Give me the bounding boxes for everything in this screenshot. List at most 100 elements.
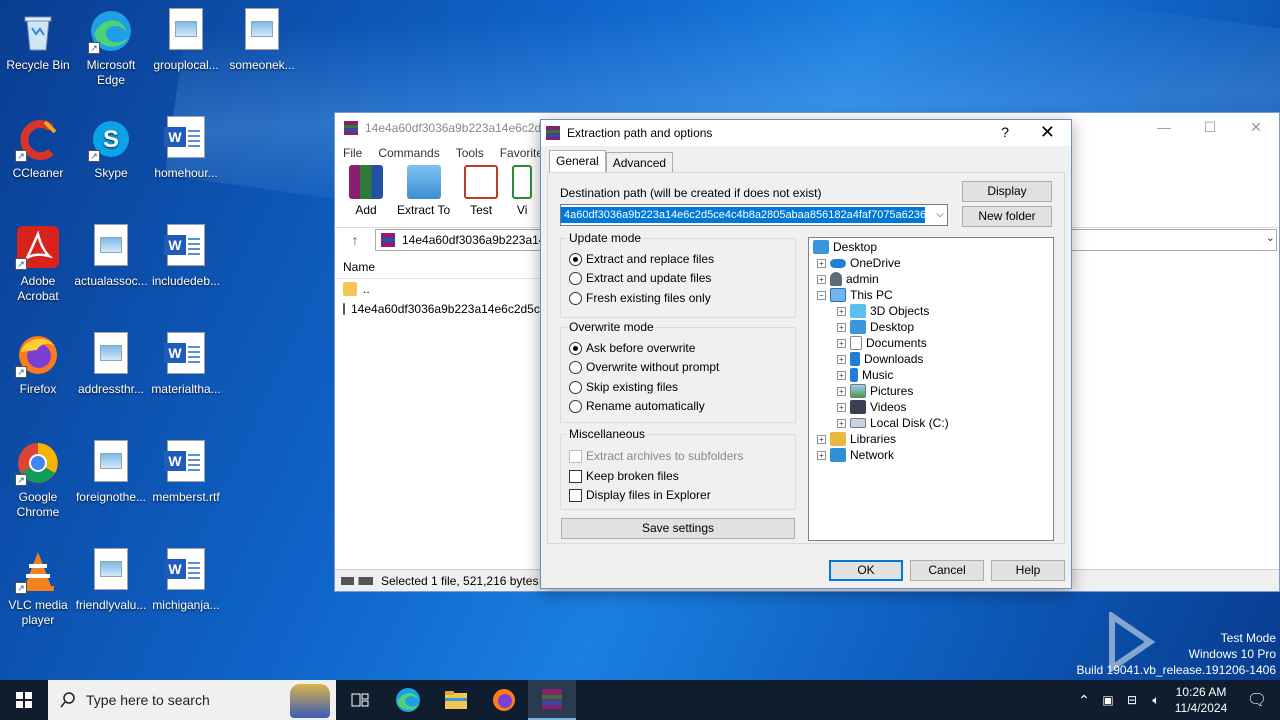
radio-overwrite-no-prompt[interactable]: Overwrite without prompt bbox=[569, 360, 719, 374]
desktop-icon-firefox[interactable]: ↗ Firefox bbox=[0, 332, 76, 397]
desktop-icon-friendlyvalu[interactable]: friendlyvalu... bbox=[73, 548, 149, 613]
music-icon bbox=[850, 368, 858, 382]
help-button[interactable]: Help bbox=[991, 560, 1065, 581]
radio-skip-existing[interactable]: Skip existing files bbox=[569, 380, 678, 394]
tree-item-network[interactable]: + Network bbox=[817, 447, 894, 463]
desktop-icon-vlc[interactable]: ↗ VLC media player bbox=[0, 548, 76, 628]
tree-item-videos[interactable]: + Videos bbox=[837, 399, 906, 415]
network-status-icon[interactable]: ▣ bbox=[1096, 693, 1120, 707]
destination-label: Destination path (will be created if doe… bbox=[560, 186, 822, 200]
list-item[interactable]: 14e4a60df3036a9b223a14e6c2d5ce bbox=[335, 299, 547, 319]
desktop-icon-acrobat[interactable]: ↗ Adobe Acrobat bbox=[0, 224, 76, 304]
tree-item-documents[interactable]: + Documents bbox=[837, 335, 927, 351]
taskbar-file-explorer[interactable] bbox=[432, 680, 480, 720]
tree-item-3d-objects[interactable]: +3D Objects bbox=[837, 303, 929, 319]
radio-fresh-existing[interactable]: Fresh existing files only bbox=[569, 291, 711, 305]
update-mode-group: Update mode Extract and replace files Ex… bbox=[560, 231, 796, 318]
ok-button[interactable]: OK bbox=[829, 560, 903, 581]
tree-item-admin[interactable]: + admin bbox=[817, 271, 879, 287]
tree-item-desktop[interactable]: Desktop bbox=[813, 239, 877, 255]
tab-general[interactable]: General bbox=[549, 150, 606, 172]
start-button[interactable] bbox=[0, 680, 48, 720]
tree-item-music[interactable]: + Music bbox=[837, 367, 893, 383]
desktop-icon-includedeb[interactable]: W includedeb... bbox=[148, 224, 224, 289]
minimize-button[interactable]: — bbox=[1141, 113, 1187, 141]
taskbar-winrar[interactable] bbox=[528, 680, 576, 720]
word-document-icon: W bbox=[164, 116, 205, 158]
radio-extract-replace[interactable]: Extract and replace files bbox=[569, 252, 714, 266]
volume-icon[interactable]: 🔈︎ bbox=[1144, 693, 1168, 708]
tree-item-onedrive[interactable]: + OneDrive bbox=[817, 255, 901, 271]
taskbar-search[interactable]: Type here to search bbox=[48, 680, 336, 720]
destination-path-combo[interactable]: ⌵ bbox=[560, 204, 948, 226]
test-button[interactable]: Test bbox=[464, 165, 499, 217]
radio-rename-auto[interactable]: Rename automatically bbox=[569, 399, 705, 413]
chevron-down-icon[interactable]: ⌵ bbox=[936, 209, 944, 220]
desktop-icon-memberst[interactable]: W memberst.rtf bbox=[148, 440, 224, 505]
display-button[interactable]: Display bbox=[962, 181, 1052, 202]
task-view-button[interactable] bbox=[336, 680, 384, 720]
tab-advanced[interactable]: Advanced bbox=[605, 152, 674, 172]
drive-icon bbox=[341, 576, 373, 585]
notification-icon[interactable]: 🗨︎ bbox=[1234, 690, 1280, 710]
checkbox-display-explorer[interactable]: Display files in Explorer bbox=[569, 488, 711, 502]
tree-item-libraries[interactable]: + Libraries bbox=[817, 431, 896, 447]
view-button[interactable]: Vi bbox=[512, 165, 533, 217]
miscellaneous-group: Miscellaneous Extract archives to subfol… bbox=[560, 427, 796, 510]
chevron-down-icon[interactable]: ⌄ bbox=[1266, 231, 1275, 244]
desktop-icon-addressthr[interactable]: addressthr... bbox=[73, 332, 149, 397]
document-icon bbox=[850, 336, 862, 350]
desktop-icon-grouplocal[interactable]: grouplocal... bbox=[148, 8, 224, 73]
tree-item-local-disk[interactable]: + Local Disk (C:) bbox=[837, 415, 949, 431]
desktop-icon-ccleaner[interactable]: ↗ CCleaner bbox=[0, 116, 76, 181]
close-icon[interactable]: ✕ bbox=[1040, 122, 1055, 143]
checkbox-keep-broken[interactable]: Keep broken files bbox=[569, 469, 679, 483]
radio-ask-overwrite[interactable]: Ask before overwrite bbox=[569, 341, 695, 355]
new-folder-button[interactable]: New folder bbox=[962, 206, 1052, 227]
tree-item-pictures[interactable]: + Pictures bbox=[837, 383, 913, 399]
cancel-button[interactable]: Cancel bbox=[910, 560, 984, 581]
word-document-icon: W bbox=[164, 332, 205, 374]
desktop-icon-michiganja[interactable]: W michiganja... bbox=[148, 548, 224, 613]
column-header-name[interactable]: Name bbox=[335, 255, 545, 279]
desktop-icon-recycle-bin[interactable]: Recycle Bin bbox=[0, 8, 76, 73]
taskbar-firefox[interactable] bbox=[480, 680, 528, 720]
tree-item-downloads[interactable]: + Downloads bbox=[837, 351, 923, 367]
video-icon bbox=[850, 400, 866, 414]
add-archive-icon bbox=[349, 165, 383, 199]
desktop-icon-foreignothe[interactable]: foreignothe... bbox=[73, 440, 149, 505]
radio-extract-update[interactable]: Extract and update files bbox=[569, 271, 711, 285]
tree-item-this-pc[interactable]: − This PC bbox=[817, 287, 893, 303]
desktop-icon-homehour[interactable]: W homehour... bbox=[148, 116, 224, 181]
desktop-icon-chrome[interactable]: ↗ Google Chrome bbox=[0, 440, 76, 520]
winrar-title: 14e4a60df3036a9b223a14e6c2d5c bbox=[365, 121, 554, 135]
clock[interactable]: 10:26 AM 11/4/2024 bbox=[1168, 684, 1234, 716]
menu-tools[interactable]: Tools bbox=[456, 146, 484, 160]
chevron-up-icon[interactable]: ⌃ bbox=[1072, 692, 1096, 709]
menu-commands[interactable]: Commands bbox=[378, 146, 439, 160]
extract-to-button[interactable]: Extract To bbox=[397, 165, 450, 217]
folder-icon bbox=[406, 165, 441, 199]
tree-item-desktop-pc[interactable]: + Desktop bbox=[837, 319, 914, 335]
add-button[interactable]: Add bbox=[349, 165, 383, 217]
maximize-button[interactable]: ☐ bbox=[1187, 113, 1233, 141]
archive-icon bbox=[381, 232, 395, 247]
folder-tree[interactable]: Desktop + OneDrive + admin − This PC +3D Ob… bbox=[808, 237, 1054, 541]
desktop-icon-edge[interactable]: ↗ Microsoft Edge bbox=[73, 8, 149, 88]
destination-path-input[interactable] bbox=[561, 205, 925, 225]
up-arrow-icon[interactable]: ↑ bbox=[335, 232, 375, 248]
desktop-icon-materialtha[interactable]: W materialtha... bbox=[148, 332, 224, 397]
word-document-icon: W bbox=[164, 440, 205, 482]
desktop-icon-skype[interactable]: S ↗ Skype bbox=[73, 116, 149, 181]
save-settings-button[interactable]: Save settings bbox=[561, 518, 795, 539]
checkbox-extract-subfolders[interactable]: Extract archives to subfolders bbox=[569, 449, 743, 463]
menu-file[interactable]: File bbox=[343, 146, 362, 160]
help-icon[interactable]: ? bbox=[1001, 124, 1009, 140]
desktop-icon-actualassoc[interactable]: actualassoc... bbox=[73, 224, 149, 289]
list-item[interactable]: .. bbox=[335, 279, 545, 299]
ethernet-icon[interactable]: ⊟ bbox=[1120, 693, 1144, 707]
close-button[interactable]: ✕ bbox=[1233, 113, 1279, 141]
winrar-icon bbox=[344, 121, 358, 135]
taskbar-edge[interactable] bbox=[384, 680, 432, 720]
desktop-icon-someonek[interactable]: someonek... bbox=[224, 8, 300, 73]
